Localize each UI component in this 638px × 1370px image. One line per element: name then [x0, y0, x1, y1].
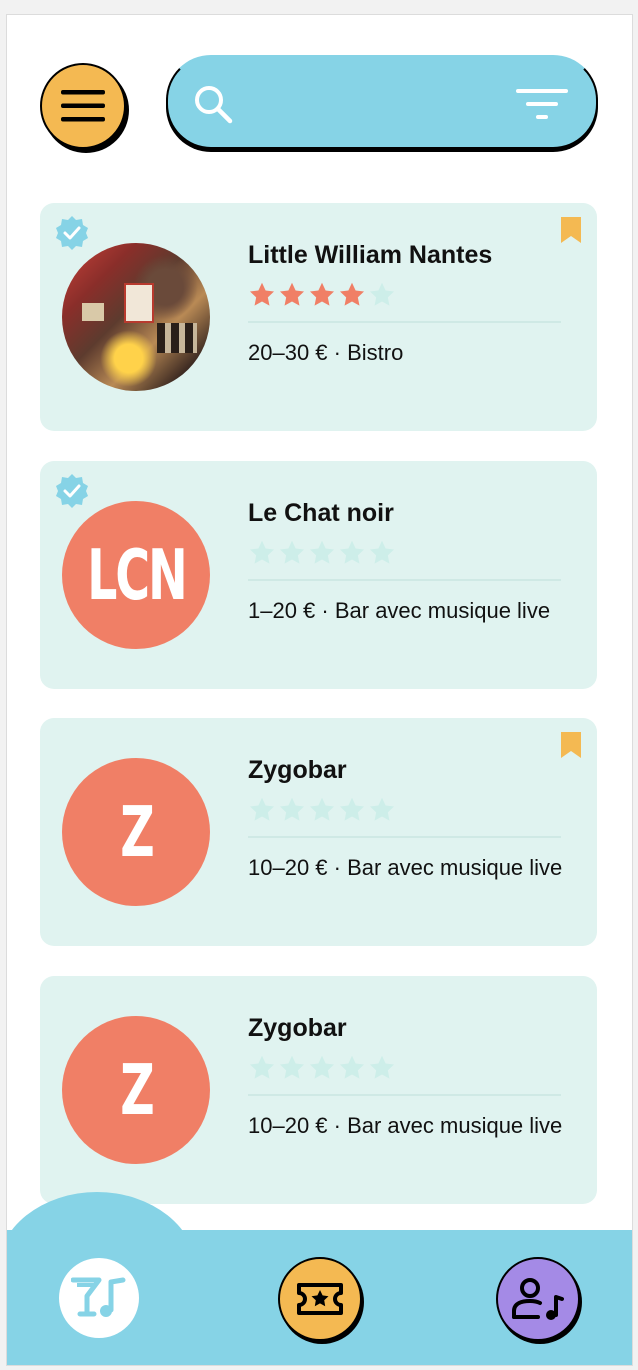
card-divider — [248, 1094, 561, 1096]
star-empty-icon — [369, 540, 395, 564]
star-rating — [248, 281, 396, 309]
venue-initials-avatar: Z — [62, 1016, 210, 1164]
venue-meta: 10–20 € · Bar avec musique live — [248, 1113, 563, 1138]
nav-drinks-button[interactable] — [59, 1258, 139, 1338]
user-music-icon — [512, 1278, 564, 1320]
star-filled-icon — [339, 282, 365, 306]
star-empty-icon — [339, 1055, 365, 1079]
venue-initials-avatar: Z — [62, 758, 210, 906]
venue-meta: 1–20 € · Bar avec musique live — [248, 598, 551, 623]
star-filled-icon — [249, 282, 275, 306]
venue-card[interactable]: LCN Le Chat noir 1–20 € · Bar avec musiq… — [40, 461, 597, 689]
star-empty-icon — [309, 1055, 335, 1079]
star-empty-icon — [309, 797, 335, 821]
star-filled-icon — [309, 282, 335, 306]
search-icon[interactable] — [192, 83, 234, 125]
card-divider — [248, 321, 561, 323]
star-empty-icon — [279, 540, 305, 564]
menu-button[interactable] — [40, 63, 126, 149]
venue-name: Little William Nantes — [248, 241, 493, 269]
venue-name: Zygobar — [248, 756, 347, 784]
star-empty-icon — [279, 797, 305, 821]
star-rating — [248, 1054, 396, 1082]
bookmark-icon[interactable] — [559, 215, 583, 245]
card-divider — [248, 579, 561, 581]
venue-name: Zygobar — [248, 1014, 347, 1042]
star-empty-icon — [279, 1055, 305, 1079]
star-empty-icon — [339, 797, 365, 821]
app-screen: Little William Nantes 20–30 € · Bistro L… — [6, 14, 633, 1366]
venue-card[interactable]: Little William Nantes 20–30 € · Bistro — [40, 203, 597, 431]
star-empty-icon — [369, 1055, 395, 1079]
venue-card[interactable]: Z Zygobar 10–20 € · Bar avec musique liv… — [40, 718, 597, 946]
star-rating — [248, 796, 396, 824]
venue-meta: 10–20 € · Bar avec musique live — [248, 855, 563, 880]
star-empty-icon — [249, 540, 275, 564]
hamburger-menu-icon — [61, 90, 105, 122]
filter-icon[interactable] — [516, 87, 568, 123]
star-empty-icon — [369, 797, 395, 821]
bookmark-icon[interactable] — [559, 730, 583, 760]
venue-photo — [62, 243, 210, 391]
search-bar[interactable] — [166, 55, 598, 149]
star-empty-icon — [369, 282, 395, 306]
search-input[interactable] — [248, 83, 492, 121]
venue-card[interactable]: Z Zygobar 10–20 € · Bar avec musique liv… — [40, 976, 597, 1204]
ticket-star-icon — [297, 1283, 343, 1315]
star-filled-icon — [279, 282, 305, 306]
venue-meta: 20–30 € · Bistro — [248, 340, 404, 365]
star-empty-icon — [249, 797, 275, 821]
star-empty-icon — [339, 540, 365, 564]
star-empty-icon — [249, 1055, 275, 1079]
cocktail-music-icon — [71, 1277, 126, 1317]
star-rating — [248, 539, 396, 567]
star-empty-icon — [309, 540, 335, 564]
venue-initials-avatar: LCN — [62, 501, 210, 649]
nav-tickets-button[interactable] — [278, 1257, 362, 1341]
nav-profile-button[interactable] — [496, 1257, 580, 1341]
venue-name: Le Chat noir — [248, 499, 394, 527]
card-divider — [248, 836, 561, 838]
verified-badge-icon — [56, 474, 88, 508]
